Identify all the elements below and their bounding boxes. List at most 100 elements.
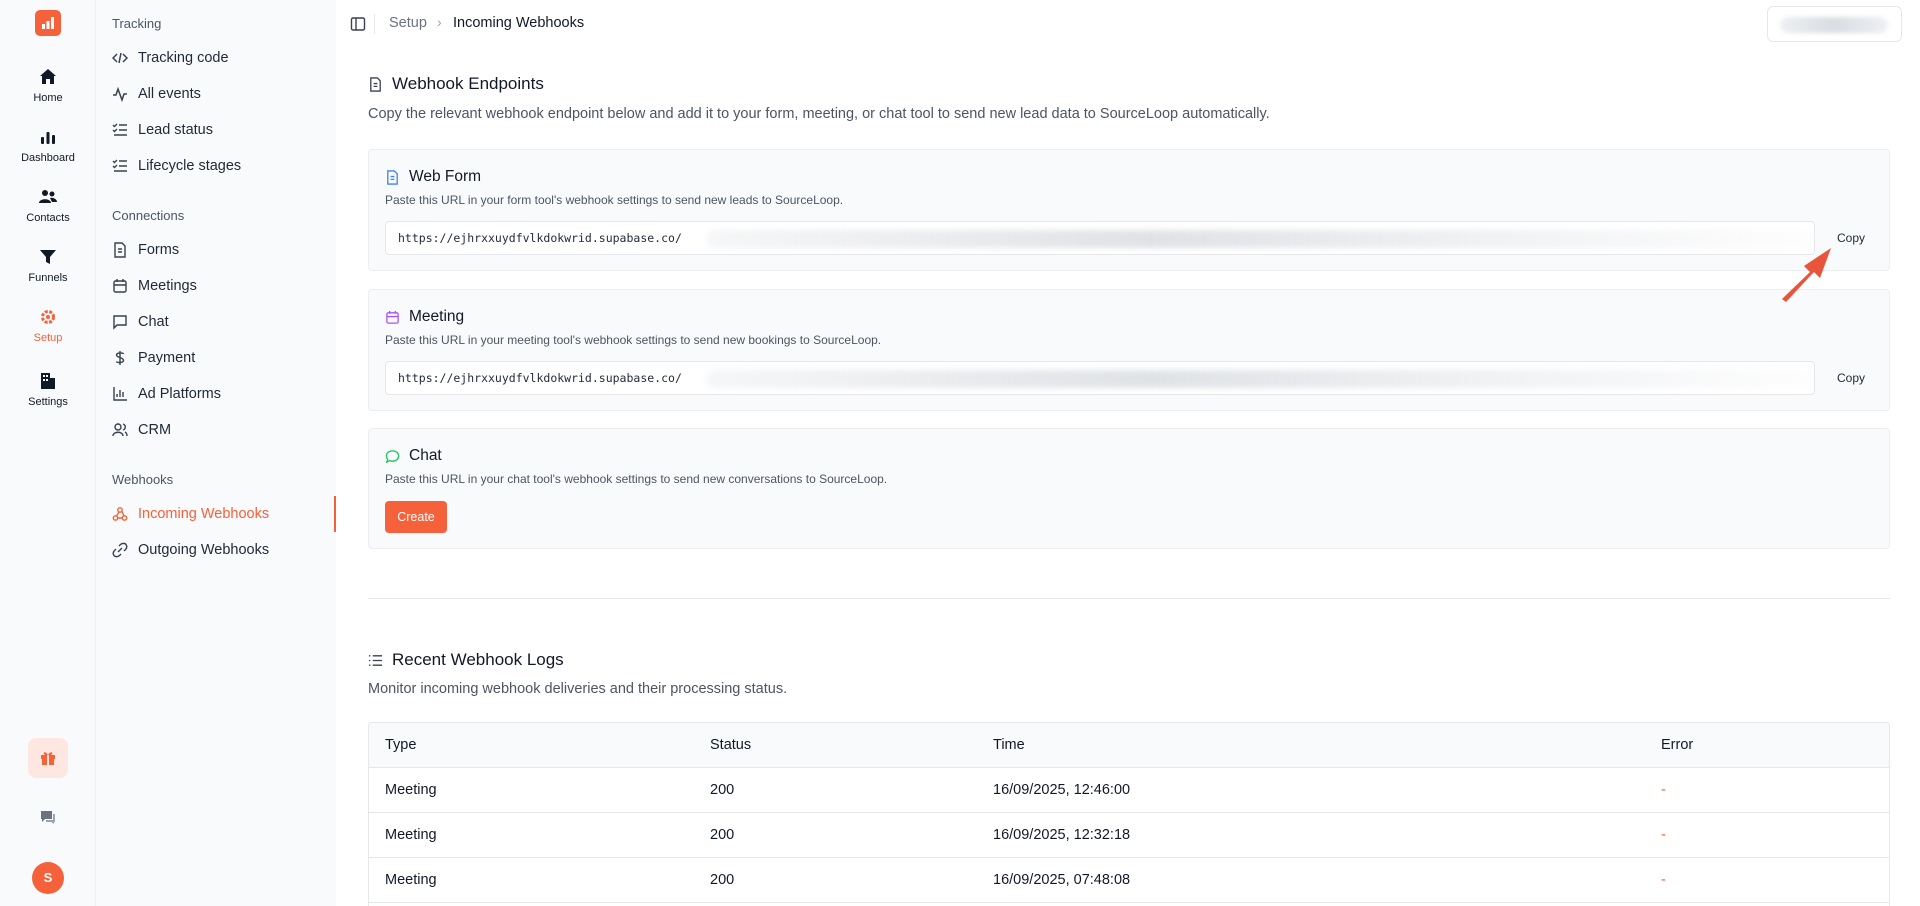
endpoints-description: Copy the relevant webhook endpoint below…: [368, 106, 1270, 122]
rail-item-funnels[interactable]: Funnels: [0, 247, 96, 284]
logs-heading: Recent Webhook Logs: [368, 650, 564, 670]
rail-label-funnels: Funnels: [28, 272, 68, 284]
nav-item-outgoing-webhooks[interactable]: Outgoing Webhooks: [112, 535, 336, 565]
rail-label-dashboard: Dashboard: [21, 152, 75, 164]
rail-item-setup[interactable]: Setup: [0, 307, 96, 344]
redacted-account: [1780, 17, 1888, 33]
account-switcher[interactable]: [1767, 6, 1902, 42]
nav-item-tracking-code[interactable]: Tracking code: [112, 43, 336, 73]
file-text-icon: [387, 169, 398, 185]
nav-item-ad-platforms[interactable]: Ad Platforms: [112, 379, 336, 409]
section-divider: [368, 598, 1890, 599]
rail-item-contacts[interactable]: Contacts: [0, 187, 96, 224]
app-logo[interactable]: [35, 10, 61, 36]
webhook-icon: [112, 507, 128, 521]
chat-heading: Chat: [385, 447, 442, 465]
nav-label: Ad Platforms: [138, 386, 221, 402]
cell-time: 16/09/2025, 07:48:08: [993, 872, 1131, 888]
dollar-icon: [115, 351, 125, 365]
section-title-connections: Connections: [112, 208, 185, 223]
chat-support-icon[interactable]: [39, 808, 57, 826]
column-header-type: Type: [385, 737, 417, 753]
table-row[interactable]: Meeting 200 16/09/2025, 12:32:18 -: [369, 813, 1889, 858]
chat-create-button[interactable]: Create: [385, 501, 447, 533]
web-form-title: Web Form: [409, 168, 482, 185]
nav-item-lead-status[interactable]: Lead status: [112, 115, 336, 145]
nav-label: Outgoing Webhooks: [138, 542, 270, 558]
logs-description: Monitor incoming webhook deliveries and …: [368, 681, 788, 697]
users-icon: [39, 190, 57, 203]
bar-chart-icon: [41, 132, 55, 144]
cell-status: 200: [710, 782, 735, 798]
cell-error: -: [1661, 827, 1666, 843]
gift-icon: [41, 752, 55, 765]
nav-item-all-events[interactable]: All events: [112, 79, 336, 109]
webhook-logs-table: Type Status Time Error Meeting 200 16/09…: [368, 722, 1890, 906]
meeting-card: Meeting Paste this URL in your meeting t…: [368, 289, 1890, 411]
breadcrumb-setup[interactable]: Setup: [389, 15, 427, 31]
chat-title: Chat: [409, 447, 442, 464]
user-avatar[interactable]: S: [32, 862, 64, 894]
redacted-url-segment: [706, 230, 1816, 248]
table-header: Type Status Time Error: [369, 723, 1889, 768]
list-icon: [368, 654, 383, 666]
web-form-heading: Web Form: [385, 168, 481, 186]
setup-subnav: Tracking Tracking code All events Lead s…: [96, 0, 336, 906]
nav-item-payment[interactable]: Payment: [112, 343, 336, 373]
nav-item-chat[interactable]: Chat: [112, 307, 336, 337]
gift-button[interactable]: [28, 738, 68, 778]
list-check-icon: [112, 159, 127, 172]
rail-label-home: Home: [33, 92, 63, 104]
rail-label-settings: Settings: [28, 396, 68, 408]
section-title-webhooks: Webhooks: [112, 472, 174, 487]
nav-label: Lead status: [138, 122, 213, 138]
funnel-icon: [40, 250, 56, 264]
file-icon: [370, 76, 381, 92]
rail-item-dashboard[interactable]: Dashboard: [0, 127, 96, 164]
nav-label: Forms: [138, 242, 180, 258]
rail-item-home[interactable]: Home: [0, 67, 96, 104]
building-icon: [41, 373, 55, 389]
endpoints-title: Webhook Endpoints: [392, 74, 544, 93]
rail-label-contacts: Contacts: [26, 212, 70, 224]
nav-label: Meetings: [138, 278, 197, 294]
message-circle-icon: [385, 449, 400, 463]
web-form-url-field[interactable]: https://ejhrxxuydfvlkdokwrid.supabase.co…: [385, 221, 1816, 255]
meeting-url: https://ejhrxxuydfvlkdokwrid.supabase.co…: [398, 371, 682, 385]
table-row[interactable]: Meeting 200 16/09/2025, 12:46:00 -: [369, 768, 1889, 813]
message-square-icon: [113, 315, 127, 330]
endpoints-heading: Webhook Endpoints: [368, 74, 544, 94]
gear-icon: [41, 310, 55, 324]
calendar-icon: [386, 310, 399, 324]
nav-item-meetings[interactable]: Meetings: [112, 271, 336, 301]
table-row[interactable]: Meeting 200 16/09/2025, 07:48:08 -: [369, 858, 1889, 903]
bar-chart-logo-icon: [42, 17, 54, 29]
nav-label: Tracking code: [138, 50, 229, 66]
web-form-description: Paste this URL in your form tool's webho…: [385, 193, 844, 207]
nav-item-lifecycle-stages[interactable]: Lifecycle stages: [112, 151, 336, 181]
section-title-tracking: Tracking: [112, 16, 162, 31]
meeting-heading: Meeting: [385, 308, 464, 326]
users-icon: [112, 423, 128, 437]
nav-item-crm[interactable]: CRM: [112, 415, 336, 445]
cell-status: 200: [710, 872, 735, 888]
bar-chart-icon: [113, 387, 127, 401]
breadcrumb-separator: ›: [437, 14, 442, 30]
cell-error: -: [1661, 782, 1666, 798]
meeting-description: Paste this URL in your meeting tool's we…: [385, 333, 882, 347]
sidebar-toggle-icon[interactable]: [350, 16, 366, 32]
logs-title: Recent Webhook Logs: [392, 650, 564, 669]
nav-item-forms[interactable]: Forms: [112, 235, 336, 265]
meeting-copy-button[interactable]: Copy: [1824, 362, 1878, 394]
rail-item-settings[interactable]: Settings: [0, 371, 96, 408]
link-icon: [112, 542, 128, 558]
calendar-icon: [113, 279, 127, 293]
cell-error: -: [1661, 872, 1666, 888]
active-indicator: [334, 496, 336, 532]
meeting-url-field[interactable]: https://ejhrxxuydfvlkdokwrid.supabase.co…: [385, 361, 1816, 395]
nav-item-incoming-webhooks[interactable]: Incoming Webhooks: [112, 499, 336, 529]
column-header-time: Time: [993, 737, 1025, 753]
nav-label: Lifecycle stages: [138, 158, 242, 174]
cell-status: 200: [710, 827, 735, 843]
header-divider: [374, 14, 375, 34]
